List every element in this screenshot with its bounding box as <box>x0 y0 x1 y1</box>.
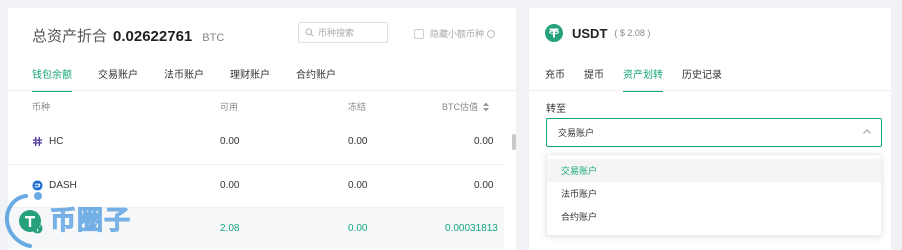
usdt-icon <box>545 24 563 42</box>
watermark-logo <box>5 192 42 248</box>
tab-finance-account[interactable]: 理财账户 <box>230 66 270 92</box>
btc-value-cell: 0.00031813 <box>445 223 498 234</box>
sort-icon[interactable] <box>482 102 490 112</box>
coin-usd-amount: ( $ 2.08 ) <box>614 28 651 38</box>
tab-contract-account[interactable]: 合约账户 <box>296 66 336 92</box>
transfer-to-dropdown: 交易账户 法币账户 合约账户 <box>546 154 882 236</box>
transfer-to-select[interactable]: 交易账户 <box>546 118 882 147</box>
tab-fiat-account[interactable]: 法币账户 <box>164 66 204 92</box>
info-icon[interactable] <box>487 29 496 38</box>
coin-header: USDT ( $ 2.08 ) <box>545 24 650 42</box>
panel-tabs: 充币 提币 资产划转 历史记录 <box>545 66 741 92</box>
col-header-coin: 币种 <box>32 102 51 112</box>
option-fiat-account[interactable]: 法币账户 <box>547 182 881 205</box>
account-tabs: 钱包余额 交易账户 法币账户 理财账户 合约账户 <box>32 66 362 92</box>
total-assets-label: 总资产折合 <box>32 28 108 45</box>
coin-search-input[interactable]: 币种搜索 <box>298 22 388 43</box>
search-icon <box>305 28 314 37</box>
frozen-cell: 0.00 <box>348 180 368 191</box>
tab-withdraw[interactable]: 提币 <box>584 66 604 92</box>
watermark: 币圈子 <box>0 188 160 250</box>
coin-cell: HC <box>32 121 63 162</box>
transfer-panel: USDT ( $ 2.08 ) 充币 提币 资产划转 历史记录 转至 交易账户 … <box>529 8 891 250</box>
available-cell: 2.08 <box>220 223 240 234</box>
panel-tabs-divider <box>529 90 891 91</box>
total-assets-header: 总资产折合 0.02622761 BTC <box>32 25 224 46</box>
search-placeholder: 币种搜索 <box>318 28 355 38</box>
col-header-frozen: 冻结 <box>348 102 367 112</box>
table-row[interactable]: HC 0.00 0.00 0.00 <box>8 121 504 162</box>
total-assets-value: 0.02622761 <box>113 28 193 45</box>
available-cell: 0.00 <box>220 136 240 147</box>
scrollbar[interactable] <box>512 134 516 150</box>
btc-value-cell: 0.00 <box>474 136 494 147</box>
available-cell: 0.00 <box>220 180 240 191</box>
btc-value-cell: 0.00 <box>474 180 494 191</box>
hide-small-checkbox[interactable] <box>414 28 424 39</box>
hide-small-toggle[interactable]: 隐藏小额币种 <box>414 27 496 40</box>
tab-history[interactable]: 历史记录 <box>682 66 722 92</box>
tab-asset-transfer[interactable]: 资产划转 <box>623 66 663 92</box>
frozen-cell: 0.00 <box>348 223 368 234</box>
watermark-text: 币圈子 <box>49 205 132 236</box>
hc-icon <box>32 136 43 147</box>
tabs-divider <box>8 90 516 91</box>
frozen-cell: 0.00 <box>348 136 368 147</box>
tab-trading-account[interactable]: 交易账户 <box>98 66 138 92</box>
col-header-btc-label: BTC估值 <box>442 102 479 112</box>
chevron-up-icon[interactable] <box>862 127 872 137</box>
transfer-to-label: 转至 <box>546 104 566 115</box>
option-contract-account[interactable]: 合约账户 <box>547 205 881 228</box>
option-trading-account[interactable]: 交易账户 <box>547 159 881 182</box>
col-header-btc[interactable]: BTC估值 <box>442 100 490 113</box>
tab-wallet-balance[interactable]: 钱包余额 <box>32 66 72 92</box>
total-assets-unit: BTC <box>202 32 225 44</box>
hide-small-label: 隐藏小额币种 <box>430 29 485 39</box>
select-value: 交易账户 <box>558 128 595 138</box>
tab-deposit[interactable]: 充币 <box>545 66 565 92</box>
col-header-available: 可用 <box>220 102 239 112</box>
coin-name: HC <box>49 136 64 147</box>
coin-symbol: USDT <box>572 25 608 41</box>
